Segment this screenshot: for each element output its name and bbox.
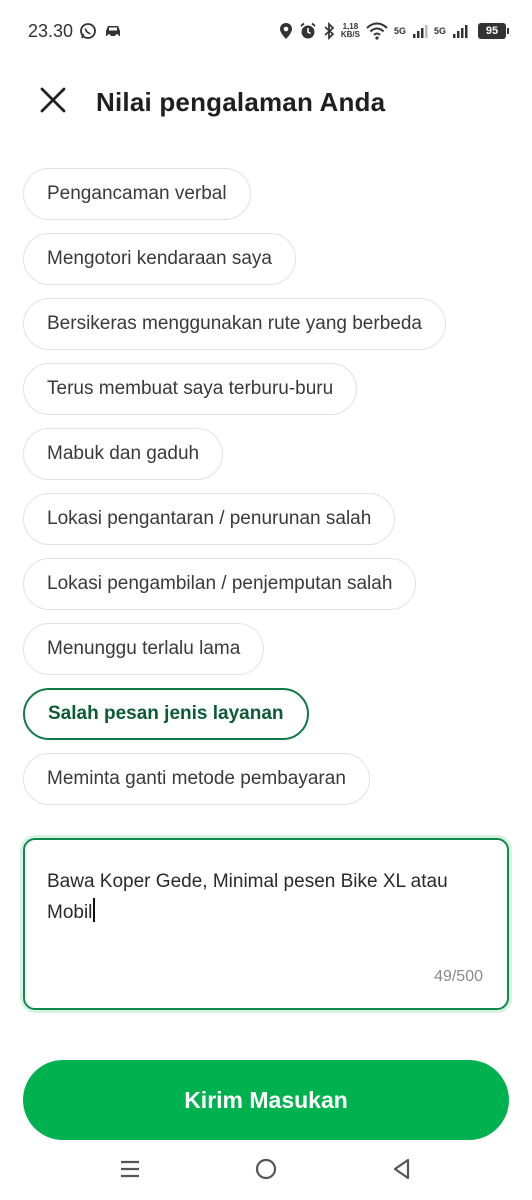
reason-chip[interactable]: Terus membuat saya terburu-buru [23,363,358,415]
reason-chip[interactable]: Meminta ganti metode pembayaran [23,753,370,805]
menu-icon [119,1159,141,1184]
feedback-text: Bawa Koper Gede, Minimal pesen Bike XL a… [47,866,477,928]
header: Nilai pengalaman Anda [0,78,532,126]
reason-chip-label: Lokasi pengantaran / penurunan salah [47,508,372,529]
reason-chip-label: Pengancaman verbal [47,183,227,204]
location-icon [279,22,293,40]
reason-chip[interactable]: Mabuk dan gaduh [23,428,224,480]
submit-feedback-label: Kirim Masukan [184,1086,348,1113]
reason-chip-label: Mengotori kendaraan saya [47,248,272,269]
reason-chip-label: Salah pesan jenis layanan [48,703,284,724]
network-speed: 1,18 KB/S [341,23,360,39]
close-icon [40,87,66,118]
feedback-value: Bawa Koper Gede, Minimal pesen Bike XL a… [47,871,448,923]
reason-chip[interactable]: Mengotori kendaraan saya [23,233,296,285]
wifi-icon [366,22,388,40]
reason-chip-label: Terus membuat saya terburu-buru [47,378,334,399]
reason-chip-label: Meminta ganti metode pembayaran [47,768,346,789]
home-button[interactable] [252,1157,280,1185]
network-2-label: 5G [433,26,446,36]
reason-chip-label: Menunggu terlalu lama [47,638,241,659]
whatsapp-icon [79,22,97,40]
reason-chip[interactable]: Lokasi pengambilan / penjemputan salah [23,558,417,610]
status-bar: 23.30 1,18 KB/S 5G 5G 95 [0,0,532,62]
feedback-input[interactable]: Bawa Koper Gede, Minimal pesen Bike XL a… [23,838,509,1010]
bluetooth-icon [323,22,335,40]
reason-chip[interactable]: Menunggu terlalu lama [23,623,265,675]
reason-chip-label: Bersikeras menggunakan rute yang berbeda [47,313,422,334]
status-time: 23.30 [28,20,74,41]
text-cursor [93,898,96,922]
page-title: Nilai pengalaman Anda [96,86,386,117]
status-right: 1,18 KB/S 5G 5G 95 [279,22,509,40]
battery-indicator: 95 [478,23,509,39]
reason-chip[interactable]: Pengancaman verbal [23,168,251,220]
reason-chip-list: Pengancaman verbal Mengotori kendaraan sa… [23,168,512,805]
home-circle-icon [254,1157,278,1186]
submit-feedback-button[interactable]: Kirim Masukan [23,1060,509,1140]
reason-chip[interactable]: Bersikeras menggunakan rute yang berbeda [23,298,446,350]
network-speed-unit: KB/S [340,30,360,39]
reason-chip[interactable]: Lokasi pengantaran / penurunan salah [23,493,396,545]
close-button[interactable] [38,87,68,117]
reason-chip-selected[interactable]: Salah pesan jenis layanan [23,688,309,740]
alarm-icon [299,22,317,40]
screen: 23.30 1,18 KB/S 5G 5G 95 Nilai pengalama… [0,0,532,1200]
back-button[interactable] [388,1157,416,1185]
system-nav-bar [0,1148,532,1194]
char-counter: 49/500 [434,968,483,985]
status-left: 23.30 [28,21,123,42]
signal-2-icon [452,23,468,39]
car-icon [103,23,123,39]
back-triangle-icon [391,1157,413,1186]
reason-chip-label: Mabuk dan gaduh [47,443,200,464]
recent-apps-button[interactable] [116,1157,144,1185]
signal-1-icon [412,23,428,39]
network-1-label: 5G [393,26,406,36]
reason-chip-label: Lokasi pengambilan / penjemputan salah [47,573,393,594]
